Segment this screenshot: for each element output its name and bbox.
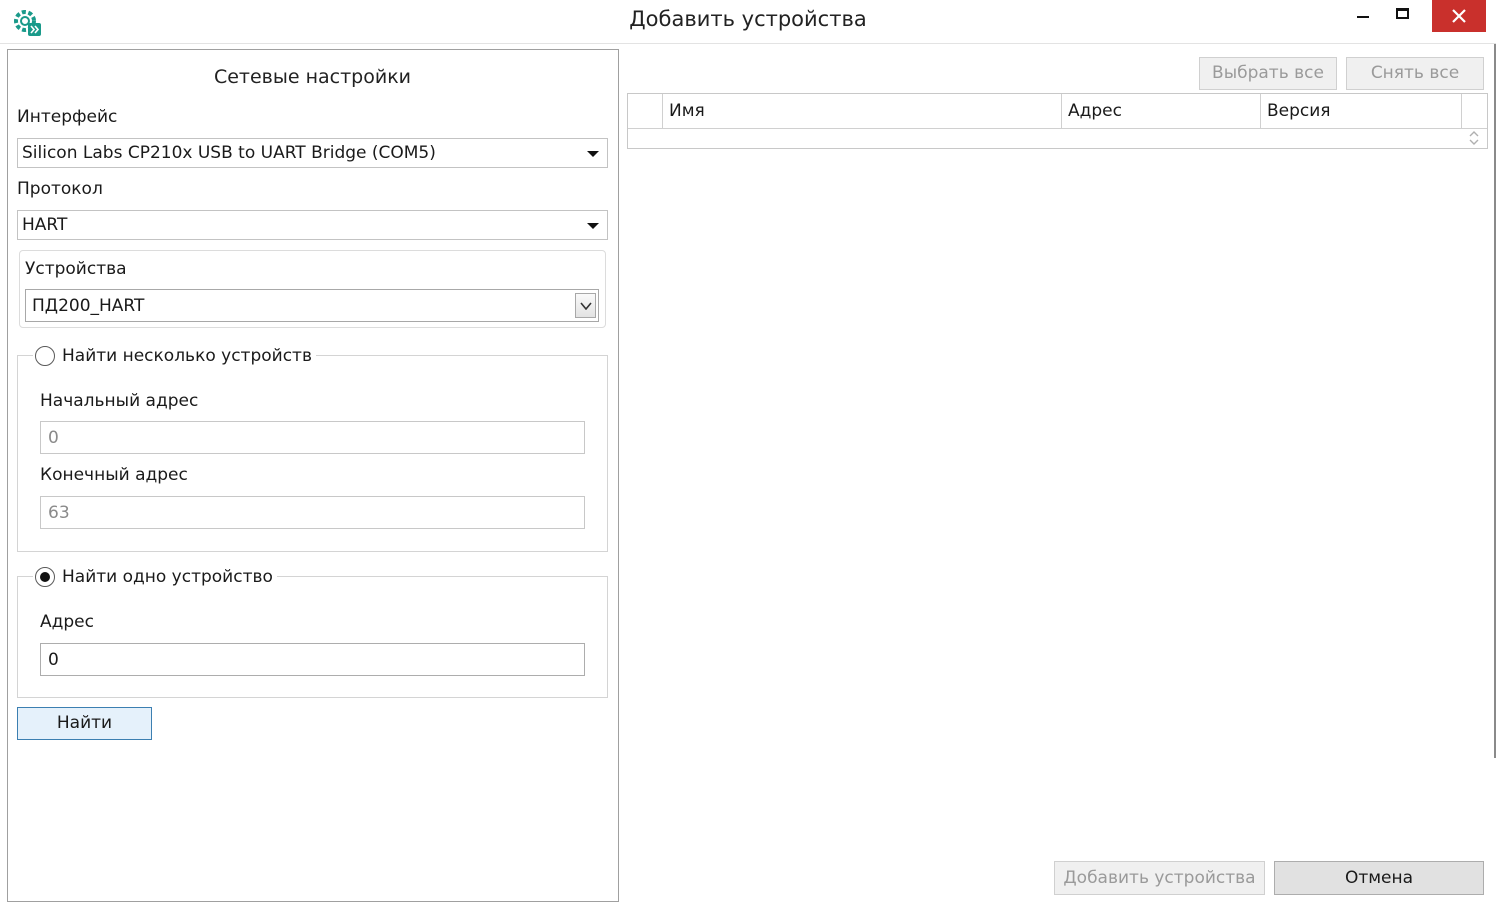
- address-input[interactable]: 0: [40, 643, 585, 676]
- start-address-input[interactable]: 0: [40, 421, 585, 454]
- table-header-spacer: [1462, 94, 1487, 129]
- scroll-arrows-icon[interactable]: [1464, 128, 1484, 148]
- find-multiple-label: Найти несколько устройств: [62, 346, 312, 366]
- device-select[interactable]: ПД200_HART: [25, 289, 599, 322]
- table-header-check[interactable]: [628, 94, 663, 129]
- search-button[interactable]: Найти: [17, 707, 152, 740]
- protocol-label: Протокол: [17, 179, 103, 199]
- interface-label: Интерфейс: [17, 107, 118, 127]
- maximize-icon: [1396, 8, 1409, 19]
- close-icon: [1452, 9, 1466, 23]
- protocol-select[interactable]: HART: [17, 210, 608, 240]
- select-all-button[interactable]: Выбрать все: [1199, 57, 1337, 90]
- start-address-value: 0: [48, 428, 59, 448]
- dropdown-button[interactable]: [575, 293, 596, 318]
- table-header-address[interactable]: Адрес: [1062, 94, 1261, 129]
- table-header-version[interactable]: Версия: [1261, 94, 1462, 129]
- cancel-button[interactable]: Отмена: [1274, 861, 1484, 895]
- minimize-button[interactable]: [1340, 0, 1386, 32]
- window-title: Добавить устройства: [629, 7, 867, 31]
- end-address-input[interactable]: 63: [40, 496, 585, 529]
- radio-button[interactable]: [35, 346, 55, 366]
- close-button[interactable]: [1432, 0, 1486, 32]
- add-devices-button[interactable]: Добавить устройства: [1054, 861, 1265, 895]
- end-address-value: 63: [48, 503, 70, 523]
- chevron-down-icon: [587, 151, 599, 157]
- minimize-icon: [1357, 16, 1369, 18]
- find-multiple-radio[interactable]: Найти несколько устройств: [33, 344, 316, 368]
- radio-button-checked[interactable]: [35, 567, 55, 587]
- interface-select[interactable]: Silicon Labs CP210x USB to UART Bridge (…: [17, 138, 608, 168]
- find-single-group: [17, 576, 608, 698]
- start-address-label: Начальный адрес: [40, 391, 199, 411]
- find-single-radio[interactable]: Найти одно устройство: [33, 565, 277, 589]
- address-value: 0: [48, 650, 59, 670]
- deselect-all-button[interactable]: Снять все: [1346, 57, 1484, 90]
- device-value: ПД200_HART: [32, 296, 145, 316]
- table-header-name[interactable]: Имя: [663, 94, 1062, 129]
- maximize-button[interactable]: [1386, 0, 1432, 32]
- panel-title: Сетевые настройки: [213, 66, 412, 88]
- chevron-down-icon: [587, 223, 599, 229]
- devices-label: Устройства: [25, 259, 127, 279]
- address-label: Адрес: [40, 612, 94, 632]
- chevron-down-icon: [580, 302, 592, 310]
- protocol-value: HART: [22, 215, 68, 235]
- device-table: Имя Адрес Версия: [627, 93, 1488, 149]
- end-address-label: Конечный адрес: [40, 465, 188, 485]
- find-single-label: Найти одно устройство: [62, 567, 273, 587]
- interface-value: Silicon Labs CP210x USB to UART Bridge (…: [22, 143, 436, 163]
